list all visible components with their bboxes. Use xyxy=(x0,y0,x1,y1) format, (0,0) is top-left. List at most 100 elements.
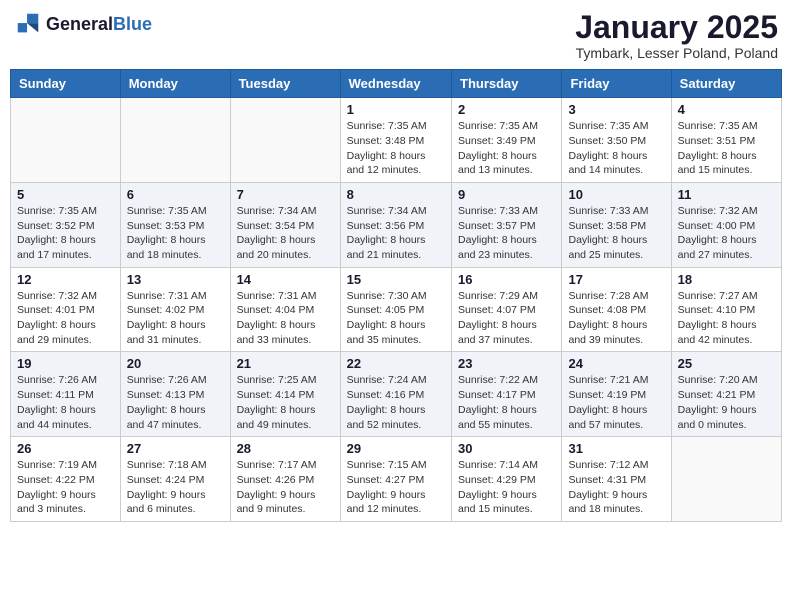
weekday-header-row: SundayMondayTuesdayWednesdayThursdayFrid… xyxy=(11,70,782,98)
day-info: Sunrise: 7:31 AM Sunset: 4:02 PM Dayligh… xyxy=(127,289,224,348)
weekday-header-saturday: Saturday xyxy=(671,70,781,98)
calendar-cell: 23Sunrise: 7:22 AM Sunset: 4:17 PM Dayli… xyxy=(452,352,562,437)
calendar-cell: 29 Sunrise: 7:15 AM Sunset: 4:27 PM Dayli… xyxy=(340,437,451,522)
calendar-cell: 1 Sunrise: 7:35 AM Sunset: 3:48 PM Daylig… xyxy=(340,98,451,183)
day-number: 17 xyxy=(568,272,664,287)
calendar-cell: 15 Sunrise: 7:30 AM Sunset: 4:05 PM Dayli… xyxy=(340,267,451,352)
day-info: Sunrise: 7:29 AM Sunset: 4:07 PM Dayligh… xyxy=(458,289,555,348)
day-info: Sunrise: 7:32 AM Sunset: 4:00 PM Dayligh… xyxy=(678,204,775,263)
day-number: 29 xyxy=(347,441,445,456)
day-info: Sunrise: 7:35 AM Sunset: 3:48 PM Dayligh… xyxy=(347,119,445,178)
calendar-cell: 6 Sunrise: 7:35 AM Sunset: 3:53 PM Daylig… xyxy=(120,182,230,267)
day-number: 23 xyxy=(458,356,555,371)
calendar-cell: 30Sunrise: 7:14 AM Sunset: 4:29 PM Dayli… xyxy=(452,437,562,522)
calendar-cell: 10 Sunrise: 7:33 AM Sunset: 3:58 PM Dayli… xyxy=(562,182,671,267)
logo-text: General Blue xyxy=(46,15,152,33)
calendar-cell: 12 Sunrise: 7:32 AM Sunset: 4:01 PM Dayli… xyxy=(11,267,121,352)
day-info: Sunrise: 7:35 AM Sunset: 3:50 PM Dayligh… xyxy=(568,119,664,178)
calendar-cell: 20 Sunrise: 7:26 AM Sunset: 4:13 PM Dayli… xyxy=(120,352,230,437)
logo-general: General xyxy=(46,15,113,33)
calendar-cell: 18 Sunrise: 7:27 AM Sunset: 4:10 PM Dayli… xyxy=(671,267,781,352)
day-number: 27 xyxy=(127,441,224,456)
calendar-cell: 21Sunrise: 7:25 AM Sunset: 4:14 PM Dayli… xyxy=(230,352,340,437)
day-number: 2 xyxy=(458,102,555,117)
day-number: 12 xyxy=(17,272,114,287)
day-number: 19 xyxy=(17,356,114,371)
day-number: 8 xyxy=(347,187,445,202)
logo-blue: Blue xyxy=(113,15,152,33)
calendar-week-row: 1 Sunrise: 7:35 AM Sunset: 3:48 PM Daylig… xyxy=(11,98,782,183)
day-info: Sunrise: 7:28 AM Sunset: 4:08 PM Dayligh… xyxy=(568,289,664,348)
day-number: 28 xyxy=(237,441,334,456)
calendar-cell: 13 Sunrise: 7:31 AM Sunset: 4:02 PM Dayli… xyxy=(120,267,230,352)
calendar-cell: 26 Sunrise: 7:19 AM Sunset: 4:22 PM Dayli… xyxy=(11,437,121,522)
day-number: 31 xyxy=(568,441,664,456)
day-info: Sunrise: 7:27 AM Sunset: 4:10 PM Dayligh… xyxy=(678,289,775,348)
day-number: 10 xyxy=(568,187,664,202)
day-info: Sunrise: 7:17 AM Sunset: 4:26 PM Dayligh… xyxy=(237,458,334,517)
location: Tymbark, Lesser Poland, Poland xyxy=(575,45,778,61)
title-block: January 2025 Tymbark, Lesser Poland, Pol… xyxy=(575,10,778,61)
day-info: Sunrise: 7:32 AM Sunset: 4:01 PM Dayligh… xyxy=(17,289,114,348)
day-info: Sunrise: 7:26 AM Sunset: 4:13 PM Dayligh… xyxy=(127,373,224,432)
day-number: 5 xyxy=(17,187,114,202)
calendar-cell xyxy=(120,98,230,183)
day-info: Sunrise: 7:33 AM Sunset: 3:57 PM Dayligh… xyxy=(458,204,555,263)
day-info: Sunrise: 7:20 AM Sunset: 4:21 PM Dayligh… xyxy=(678,373,775,432)
calendar-table: SundayMondayTuesdayWednesdayThursdayFrid… xyxy=(10,69,782,522)
calendar-cell: 27 Sunrise: 7:18 AM Sunset: 4:24 PM Dayli… xyxy=(120,437,230,522)
calendar-cell: 22Sunrise: 7:24 AM Sunset: 4:16 PM Dayli… xyxy=(340,352,451,437)
calendar-cell: 31 Sunrise: 7:12 AM Sunset: 4:31 PM Dayli… xyxy=(562,437,671,522)
day-number: 11 xyxy=(678,187,775,202)
day-info: Sunrise: 7:18 AM Sunset: 4:24 PM Dayligh… xyxy=(127,458,224,517)
day-info: Sunrise: 7:19 AM Sunset: 4:22 PM Dayligh… xyxy=(17,458,114,517)
calendar-cell: 25Sunrise: 7:20 AM Sunset: 4:21 PM Dayli… xyxy=(671,352,781,437)
day-info: Sunrise: 7:31 AM Sunset: 4:04 PM Dayligh… xyxy=(237,289,334,348)
day-number: 20 xyxy=(127,356,224,371)
day-number: 7 xyxy=(237,187,334,202)
day-number: 3 xyxy=(568,102,664,117)
day-number: 9 xyxy=(458,187,555,202)
day-number: 1 xyxy=(347,102,445,117)
weekday-header-wednesday: Wednesday xyxy=(340,70,451,98)
calendar-cell xyxy=(11,98,121,183)
logo-icon xyxy=(14,10,42,38)
day-info: Sunrise: 7:15 AM Sunset: 4:27 PM Dayligh… xyxy=(347,458,445,517)
day-info: Sunrise: 7:30 AM Sunset: 4:05 PM Dayligh… xyxy=(347,289,445,348)
day-number: 24 xyxy=(568,356,664,371)
day-number: 22 xyxy=(347,356,445,371)
day-number: 21 xyxy=(237,356,334,371)
calendar-cell: 24Sunrise: 7:21 AM Sunset: 4:19 PM Dayli… xyxy=(562,352,671,437)
day-number: 26 xyxy=(17,441,114,456)
weekday-header-thursday: Thursday xyxy=(452,70,562,98)
weekday-header-sunday: Sunday xyxy=(11,70,121,98)
calendar-cell: 11 Sunrise: 7:32 AM Sunset: 4:00 PM Dayli… xyxy=(671,182,781,267)
day-info: Sunrise: 7:12 AM Sunset: 4:31 PM Dayligh… xyxy=(568,458,664,517)
day-info: Sunrise: 7:33 AM Sunset: 3:58 PM Dayligh… xyxy=(568,204,664,263)
calendar-cell: 5 Sunrise: 7:35 AM Sunset: 3:52 PM Daylig… xyxy=(11,182,121,267)
logo: General Blue xyxy=(14,10,152,38)
day-number: 6 xyxy=(127,187,224,202)
calendar-cell: 17 Sunrise: 7:28 AM Sunset: 4:08 PM Dayli… xyxy=(562,267,671,352)
day-info: Sunrise: 7:35 AM Sunset: 3:52 PM Dayligh… xyxy=(17,204,114,263)
calendar-cell: 8 Sunrise: 7:34 AM Sunset: 3:56 PM Daylig… xyxy=(340,182,451,267)
day-number: 30 xyxy=(458,441,555,456)
day-number: 15 xyxy=(347,272,445,287)
day-number: 13 xyxy=(127,272,224,287)
day-number: 14 xyxy=(237,272,334,287)
calendar-cell: 9 Sunrise: 7:33 AM Sunset: 3:57 PM Daylig… xyxy=(452,182,562,267)
calendar-cell: 2 Sunrise: 7:35 AM Sunset: 3:49 PM Daylig… xyxy=(452,98,562,183)
calendar-cell: 28 Sunrise: 7:17 AM Sunset: 4:26 PM Dayli… xyxy=(230,437,340,522)
day-info: Sunrise: 7:34 AM Sunset: 3:56 PM Dayligh… xyxy=(347,204,445,263)
day-info: Sunrise: 7:26 AM Sunset: 4:11 PM Dayligh… xyxy=(17,373,114,432)
calendar-cell: 14 Sunrise: 7:31 AM Sunset: 4:04 PM Dayli… xyxy=(230,267,340,352)
day-info: Sunrise: 7:35 AM Sunset: 3:49 PM Dayligh… xyxy=(458,119,555,178)
month-title: January 2025 xyxy=(575,10,778,45)
day-number: 16 xyxy=(458,272,555,287)
day-number: 18 xyxy=(678,272,775,287)
weekday-header-tuesday: Tuesday xyxy=(230,70,340,98)
day-info: Sunrise: 7:35 AM Sunset: 3:53 PM Dayligh… xyxy=(127,204,224,263)
calendar-week-row: 12 Sunrise: 7:32 AM Sunset: 4:01 PM Dayli… xyxy=(11,267,782,352)
calendar-cell: 19 Sunrise: 7:26 AM Sunset: 4:11 PM Dayli… xyxy=(11,352,121,437)
calendar-cell: 16 Sunrise: 7:29 AM Sunset: 4:07 PM Dayli… xyxy=(452,267,562,352)
